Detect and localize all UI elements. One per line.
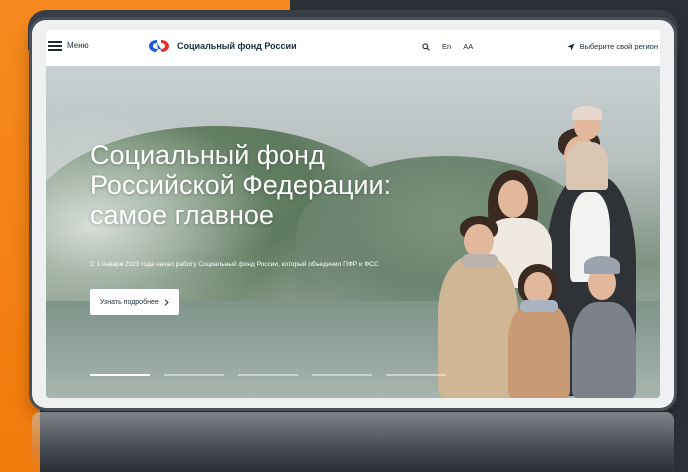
boy-head (464, 224, 494, 258)
small-boy-coat (572, 302, 636, 398)
chevron-right-icon (164, 298, 169, 306)
menu-label: Меню (67, 41, 89, 50)
site-header: Меню Социальный фонд России En AA Выбери… (46, 30, 660, 66)
logo-text: Социальный фонд России (177, 41, 297, 51)
menu-button[interactable]: Меню (48, 41, 89, 51)
slide-indicators (90, 374, 446, 376)
hero-title: Социальный фонд Российской Федерации: са… (90, 140, 392, 230)
search-icon[interactable] (422, 42, 430, 51)
learn-more-button[interactable]: Узнать подробнее (90, 289, 179, 315)
slide-indicator[interactable] (164, 374, 224, 376)
slide-indicator[interactable] (312, 374, 372, 376)
slide-indicator[interactable] (386, 374, 446, 376)
learn-more-label: Узнать подробнее (100, 298, 159, 306)
sfr-logo-icon (149, 40, 169, 52)
header-tools: En AA (422, 42, 473, 51)
font-size-switch[interactable]: AA (463, 42, 473, 51)
girl-scarf (520, 300, 558, 312)
baby-figure (566, 142, 608, 190)
slide-indicator[interactable] (238, 374, 298, 376)
browser-screen: Меню Социальный фонд России En AA Выбери… (46, 30, 660, 398)
boy-coat (438, 256, 518, 398)
baby-hat (572, 106, 602, 120)
mother-head (498, 180, 528, 218)
language-switch[interactable]: En (442, 42, 451, 51)
location-arrow-icon (567, 43, 575, 50)
hamburger-icon (48, 41, 62, 51)
device-frame: Меню Социальный фонд России En AA Выбери… (32, 20, 674, 408)
region-selector[interactable]: Выберите свой регион (567, 42, 658, 51)
girl-coat (508, 302, 570, 398)
slide-indicator[interactable] (90, 374, 150, 376)
region-label: Выберите свой регион (579, 42, 658, 51)
site-logo[interactable]: Социальный фонд России (148, 38, 297, 54)
hero-subtitle: С 1 января 2023 года начал работу Социал… (90, 261, 379, 268)
screen-reflection (32, 412, 674, 472)
small-boy-hat (584, 256, 620, 274)
family-photo (438, 106, 660, 398)
hero-banner: Социальный фонд Российской Федерации: са… (46, 66, 660, 398)
